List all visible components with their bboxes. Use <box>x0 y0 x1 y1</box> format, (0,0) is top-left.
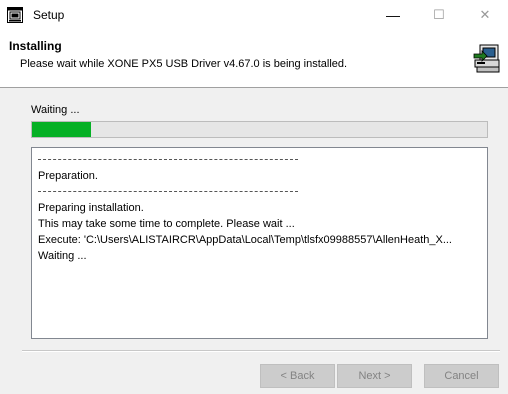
log-separator <box>38 152 481 168</box>
cancel-button[interactable]: Cancel <box>424 364 499 388</box>
log-line: This may take some time to complete. Ple… <box>38 218 295 230</box>
maximize-button[interactable]: ☐ <box>416 0 462 30</box>
progress-status: Waiting ... <box>31 104 80 116</box>
install-log[interactable]: Preparation. Preparing installation. Thi… <box>31 147 488 339</box>
back-button[interactable]: < Back <box>260 364 335 388</box>
page-subtitle: Please wait while XONE PX5 USB Driver v4… <box>20 58 348 70</box>
progress-bar <box>31 121 488 138</box>
page-title: Installing <box>9 39 62 53</box>
log-separator <box>38 184 481 200</box>
close-button[interactable]: ✕ <box>462 0 508 30</box>
window-title: Setup <box>33 8 65 22</box>
log-line: Preparation. <box>38 170 98 182</box>
installer-computer-icon <box>473 44 500 73</box>
footer-divider <box>22 350 500 352</box>
log-line: Execute: 'C:\Users\ALISTAIRCR\AppData\Lo… <box>38 234 452 246</box>
minimize-button[interactable]: — <box>370 0 416 30</box>
title-bar: Setup — ☐ ✕ <box>0 0 508 30</box>
log-line: Preparing installation. <box>38 202 144 214</box>
log-line: Waiting ... <box>38 250 87 262</box>
installer-header: Installing Please wait while XONE PX5 US… <box>0 30 508 88</box>
progress-fill <box>32 122 92 137</box>
next-button[interactable]: Next > <box>337 364 412 388</box>
setup-window-icon <box>7 7 23 23</box>
